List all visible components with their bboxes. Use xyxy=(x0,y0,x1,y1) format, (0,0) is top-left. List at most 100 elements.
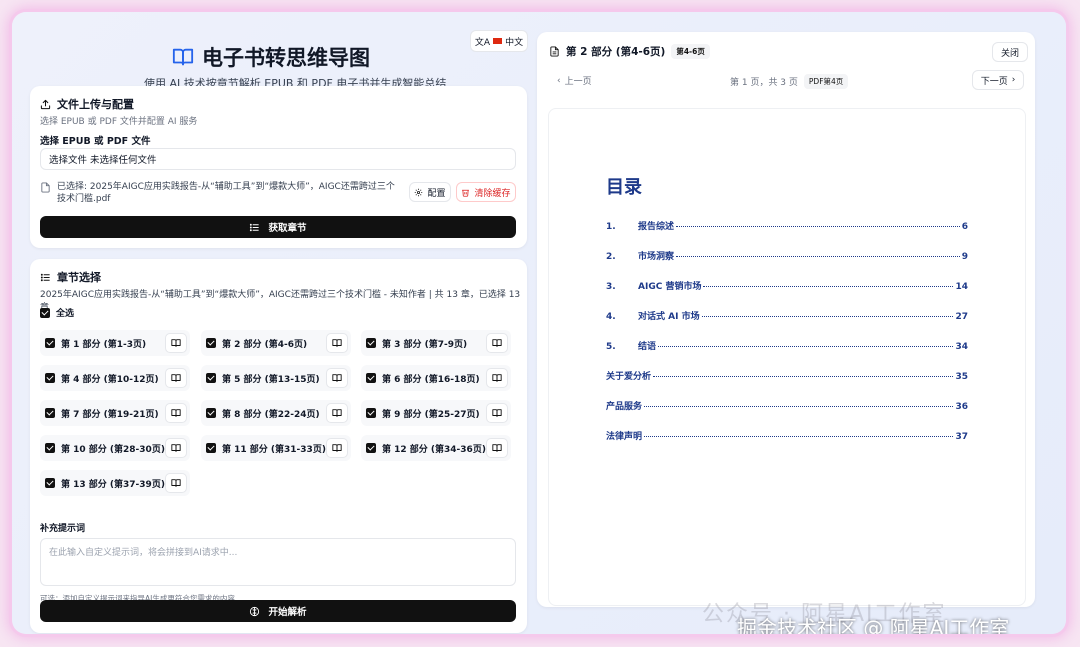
checkbox-checked[interactable] xyxy=(366,443,376,453)
preview-chapter-button[interactable] xyxy=(486,438,508,458)
select-all-checkbox[interactable]: 全选 xyxy=(40,306,74,319)
chapters-card: 章节选择 2025年AIGC应用实践报告-从“辅助工具”到“爆款大师”，AIGC… xyxy=(30,259,527,633)
toc-text: 产品服务 xyxy=(606,402,643,412)
file-input[interactable]: 选择文件 未选择任何文件 xyxy=(40,148,516,170)
toc-row: 关于爱分析 35 xyxy=(606,369,968,382)
preview-chapter-button[interactable] xyxy=(486,368,508,388)
page-title-text: 电子书转思维导图 xyxy=(202,46,370,70)
chapter-label: 第 12 部分 (第34-36页) xyxy=(382,444,486,455)
book-open-icon xyxy=(492,409,502,417)
fetch-chapters-button[interactable]: 获取章节 xyxy=(40,216,516,238)
chapter-item[interactable]: 第 1 部分 (第1-3页) xyxy=(40,330,190,356)
checkbox-checked[interactable] xyxy=(206,408,216,418)
start-analysis-button[interactable]: 开始解析 xyxy=(40,600,516,622)
toc-leader xyxy=(676,256,960,257)
checkbox-checked[interactable] xyxy=(206,373,216,383)
preview-chapter-button[interactable] xyxy=(486,333,508,353)
checkbox-checked[interactable] xyxy=(45,478,55,488)
preview-chapter-button[interactable] xyxy=(326,438,348,458)
prev-page-button[interactable]: ‹ 上一页 xyxy=(557,74,592,88)
toc-row: 5. 结语 34 xyxy=(606,339,968,352)
checkbox-checked[interactable] xyxy=(366,373,376,383)
toc-text: AIGC 营销市场 xyxy=(638,282,702,292)
list-icon xyxy=(40,273,50,281)
chapter-item[interactable]: 第 4 部分 (第10-12页) xyxy=(40,365,190,391)
preview-chapter-button[interactable] xyxy=(486,403,508,423)
preview-chapter-button[interactable] xyxy=(165,473,187,493)
app-frame: 电子书转思维导图 使用 AI 技术按章节解析 EPUB 和 PDF 电子书并生成… xyxy=(12,12,1066,634)
page-title: 电子书转思维导图 xyxy=(172,42,370,72)
chevron-left-icon: ‹ xyxy=(557,75,561,86)
checkbox-checked[interactable] xyxy=(45,408,55,418)
book-open-icon xyxy=(492,444,502,452)
chapter-item[interactable]: 第 8 部分 (第22-24页) xyxy=(201,400,351,426)
checkbox-checked[interactable] xyxy=(40,307,50,318)
china-flag-icon xyxy=(493,38,503,44)
toc-title: 目录 xyxy=(606,177,642,198)
next-page-button[interactable]: 下一页 › xyxy=(972,70,1024,90)
language-switch-button[interactable]: 文A 中文 xyxy=(470,30,528,52)
chapter-item[interactable]: 第 3 部分 (第7-9页) xyxy=(361,330,511,356)
chapter-item[interactable]: 第 6 部分 (第16-18页) xyxy=(361,365,511,391)
prompt-textarea[interactable]: 在此输入自定义提示词，将会拼接到AI请求中... xyxy=(40,538,516,586)
pdf-page: 目录 1. 报告综述 6 2. 市场洞察 9 3. AIGC 营销市场 14 4. 对话式 AI 市… xyxy=(548,108,1026,606)
checkbox-checked[interactable] xyxy=(45,443,55,453)
toc-row: 法律声明 37 xyxy=(606,429,968,442)
prompt-label: 补充提示词 xyxy=(40,524,86,534)
file-icon xyxy=(41,182,50,193)
toc-leader xyxy=(703,286,954,287)
chapter-item[interactable]: 第 12 部分 (第34-36页) xyxy=(361,435,511,461)
preview-chapter-button[interactable] xyxy=(165,368,187,388)
checkbox-checked[interactable] xyxy=(206,443,216,453)
upload-card: 文件上传与配置 选择 EPUB 或 PDF 文件并配置 AI 服务 选择 EPU… xyxy=(30,86,527,248)
preview-chapter-button[interactable] xyxy=(326,403,348,423)
toc-leader xyxy=(676,226,960,227)
viewer-title: 第 2 部分 (第4-6页) 第4-6页 xyxy=(549,44,710,59)
book-open-icon xyxy=(492,374,502,382)
chapter-item[interactable]: 第 2 部分 (第4-6页) xyxy=(201,330,351,356)
chapter-item[interactable]: 第 9 部分 (第25-27页) xyxy=(361,400,511,426)
toc-page: 36 xyxy=(955,402,968,412)
preview-chapter-button[interactable] xyxy=(165,438,187,458)
toc-page: 14 xyxy=(955,282,968,292)
config-button[interactable]: 配置 xyxy=(409,182,451,202)
toc-text: 报告综述 xyxy=(638,222,675,232)
watermark-juejin: 掘金技术社区 @ 阿星AI工作室 xyxy=(737,616,1010,634)
pdf-viewer-card: 第 2 部分 (第4-6页) 第4-6页 关闭 ‹ 上一页 第 1 页，共 3 … xyxy=(537,32,1035,607)
toc-leader xyxy=(658,346,954,347)
checkbox-checked[interactable] xyxy=(45,373,55,383)
toc-page: 35 xyxy=(955,372,968,382)
chapter-item[interactable]: 第 11 部分 (第31-33页) xyxy=(201,435,351,461)
chapter-item[interactable]: 第 5 部分 (第13-15页) xyxy=(201,365,351,391)
chapter-label: 第 6 部分 (第16-18页) xyxy=(382,374,480,385)
preview-chapter-button[interactable] xyxy=(326,368,348,388)
book-open-icon xyxy=(332,409,342,417)
toc-page: 34 xyxy=(955,342,968,352)
chapter-item[interactable]: 第 10 部分 (第28-30页) xyxy=(40,435,190,461)
checkbox-checked[interactable] xyxy=(366,338,376,348)
upload-icon xyxy=(40,99,51,109)
chapter-label: 第 5 部分 (第13-15页) xyxy=(222,374,320,385)
checkbox-checked[interactable] xyxy=(366,408,376,418)
toc-page: 37 xyxy=(955,432,968,442)
chapter-label: 第 7 部分 (第19-21页) xyxy=(61,409,159,420)
toc-text: 关于爱分析 xyxy=(606,372,652,382)
book-open-icon xyxy=(332,374,342,382)
toc-row: 产品服务 36 xyxy=(606,399,968,412)
preview-chapter-button[interactable] xyxy=(165,333,187,353)
clear-cache-button[interactable]: 清除缓存 xyxy=(456,182,516,202)
checkbox-checked[interactable] xyxy=(45,338,55,348)
preview-chapter-button[interactable] xyxy=(326,333,348,353)
upload-card-desc: 选择 EPUB 或 PDF 文件并配置 AI 服务 xyxy=(40,117,198,127)
trash-icon xyxy=(462,189,470,197)
brain-icon xyxy=(250,606,260,616)
chapter-item[interactable]: 第 7 部分 (第19-21页) xyxy=(40,400,190,426)
toc-number: 3. xyxy=(606,282,616,292)
page-indicator: 第 1 页，共 3 页 PDF第4页 xyxy=(730,74,849,89)
close-button[interactable]: 关闭 xyxy=(992,42,1028,62)
toc-row: 4. 对话式 AI 市场 27 xyxy=(606,309,968,322)
chapter-item[interactable]: 第 13 部分 (第37-39页) xyxy=(40,470,190,496)
preview-chapter-button[interactable] xyxy=(165,403,187,423)
checkbox-checked[interactable] xyxy=(206,338,216,348)
book-open-icon xyxy=(171,374,181,382)
